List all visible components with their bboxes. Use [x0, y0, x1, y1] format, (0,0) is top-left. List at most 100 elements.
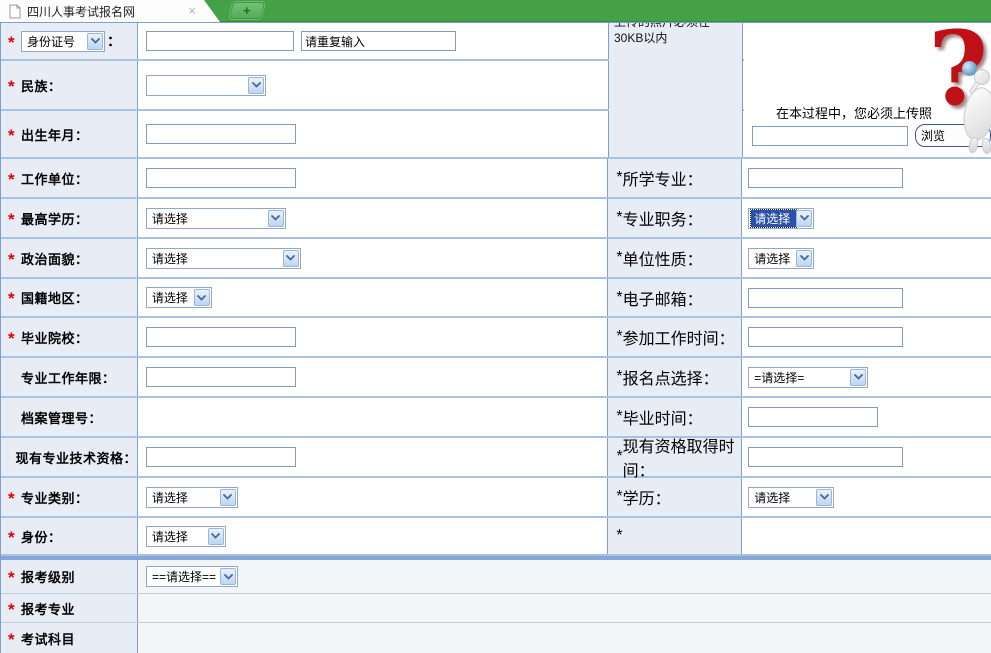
select-value: 身份证号	[24, 33, 87, 50]
photo-size-note: 30KB以内	[614, 30, 737, 46]
required-asterisk: *	[8, 573, 21, 583]
new-tab-button[interactable]: +	[229, 2, 265, 19]
highest-education-select[interactable]: 请选择	[146, 208, 286, 229]
registration-point-select[interactable]: =请选择=	[748, 367, 868, 388]
nationality-region-select[interactable]: 请选择	[146, 287, 212, 308]
field-label-cell: *	[608, 518, 742, 554]
exam-level-select[interactable]: ==请选择==	[146, 566, 238, 587]
label-colon: ：	[107, 31, 121, 51]
field-value-cell	[138, 61, 609, 109]
field-label-cell: *现有资格取得时间：	[608, 438, 742, 476]
required-asterisk: *	[8, 635, 21, 645]
chevron-down-icon	[194, 289, 210, 306]
field-label: 现有专业技术资格：	[15, 448, 137, 467]
field-value-cell: 请选择	[742, 478, 991, 516]
field-label: 毕业时间：	[623, 405, 703, 429]
field-label-cell: *出生年月：	[1, 111, 138, 157]
id-number-repeat-input[interactable]	[301, 31, 456, 51]
field-value-cell	[138, 111, 609, 157]
chevron-down-icon	[816, 489, 832, 506]
required-asterisk: *	[8, 131, 21, 141]
field-label-cell: *民族：	[1, 61, 138, 109]
table-row: *工作单位：*所学专业：	[1, 159, 991, 199]
table-row: *政治面貌：请选择*单位性质：请选择	[1, 239, 991, 279]
major-studied-input[interactable]	[748, 168, 903, 188]
select-value: 请选择	[149, 250, 283, 267]
field-value-cell: 请选择	[742, 239, 991, 277]
work-years-input[interactable]	[146, 367, 296, 387]
field-label-cell: *毕业院校：	[1, 318, 138, 356]
select-value: 请选择	[751, 489, 816, 506]
field-label-cell: *学历：	[608, 478, 742, 516]
field-label: 国籍地区：	[21, 288, 89, 307]
field-label-cell: *身份：	[1, 518, 138, 554]
qualification-obtain-time-input[interactable]	[748, 447, 903, 467]
table-row: *报考专业	[1, 594, 991, 623]
field-value-cell	[742, 398, 991, 436]
field-label: 考试科目	[21, 629, 75, 648]
field-label-cell: *参加工作时间：	[608, 318, 742, 356]
registration-form: *身份证号：*民族：*出生年月：*工作单位：*所学专业：*最高学历：请选择*专业…	[0, 22, 991, 653]
graduation-time-input[interactable]	[748, 407, 878, 427]
professional-title-select[interactable]: 请选择	[748, 208, 814, 229]
tab-title: 四川人事考试报名网	[27, 3, 135, 20]
field-label: 报考专业	[21, 599, 75, 618]
field-label: 报名点选择：	[623, 365, 719, 389]
field-label: 参加工作时间：	[623, 325, 735, 349]
id-type-select[interactable]: 身份证号	[21, 31, 105, 52]
photo-path-input[interactable]	[752, 126, 908, 146]
select-value: ==请选择==	[149, 568, 220, 585]
field-label: 专业职务：	[623, 206, 703, 230]
required-asterisk: *	[8, 255, 21, 265]
field-label: 身份：	[21, 527, 62, 546]
field-label: 档案管理号：	[21, 408, 102, 427]
select-value: 请选择	[751, 210, 796, 227]
field-label: 最高学历：	[21, 209, 89, 228]
major-category-select[interactable]: 请选择	[146, 487, 238, 508]
identity-select[interactable]: 请选择	[146, 526, 226, 547]
photo-upload-cell: 在本过程中，您必须上传照 浏览 ?	[744, 23, 991, 157]
work-start-time-input[interactable]	[748, 327, 903, 347]
table-row: *毕业院校： *参加工作时间：	[1, 318, 991, 358]
browser-tab-bar: 四川人事考试报名网 × +	[0, 0, 991, 22]
work-unit-input[interactable]	[146, 168, 296, 188]
field-value-cell	[138, 438, 608, 476]
chevron-down-icon	[208, 528, 224, 545]
photo-size-note-cell: 上传的照片必须在 30KB以内	[609, 23, 743, 157]
photo-note-clipped-line: 上传的照片必须在	[614, 23, 737, 30]
nation-select[interactable]	[146, 75, 266, 96]
page-icon	[9, 4, 21, 19]
chevron-down-icon	[220, 489, 236, 506]
education-select[interactable]: 请选择	[748, 487, 834, 508]
current-qualification-input[interactable]	[146, 447, 296, 467]
chevron-down-icon	[796, 210, 812, 227]
select-value: =请选择=	[751, 369, 850, 386]
field-label: 政治面貌：	[21, 249, 89, 268]
field-label-cell: *工作单位：	[1, 159, 138, 197]
exam-major-row	[138, 594, 991, 622]
unit-type-select[interactable]: 请选择	[748, 248, 814, 269]
plus-icon: +	[243, 3, 251, 18]
required-asterisk: *	[8, 175, 21, 185]
birth-date-input[interactable]	[146, 124, 296, 144]
id-number-input[interactable]	[146, 31, 294, 51]
id-number-cell	[138, 23, 609, 59]
field-value-cell: 请选择	[138, 478, 609, 516]
chevron-down-icon	[268, 210, 284, 227]
required-asterisk: *	[8, 294, 21, 304]
field-value-cell: 请选择	[742, 199, 991, 237]
field-label-cell: *报名点选择：	[608, 358, 742, 396]
field-label-cell: *电子邮箱：	[608, 279, 742, 316]
browser-tab[interactable]: 四川人事考试报名网 ×	[0, 0, 222, 22]
graduate-school-input[interactable]	[146, 327, 296, 347]
table-row: *国籍地区： 请选择 *电子邮箱：	[1, 279, 991, 318]
select-value: 请选择	[751, 250, 796, 267]
field-label: 学历：	[623, 485, 671, 509]
email-input[interactable]	[748, 288, 903, 308]
political-status-select[interactable]: 请选择	[146, 248, 301, 269]
tab-close-icon[interactable]: ×	[188, 0, 196, 22]
select-value: 请选择	[149, 210, 268, 227]
field-value-cell: 请选择	[138, 239, 609, 277]
field-label: 毕业院校：	[21, 328, 89, 347]
field-label-cell: *最高学历：	[1, 199, 138, 237]
